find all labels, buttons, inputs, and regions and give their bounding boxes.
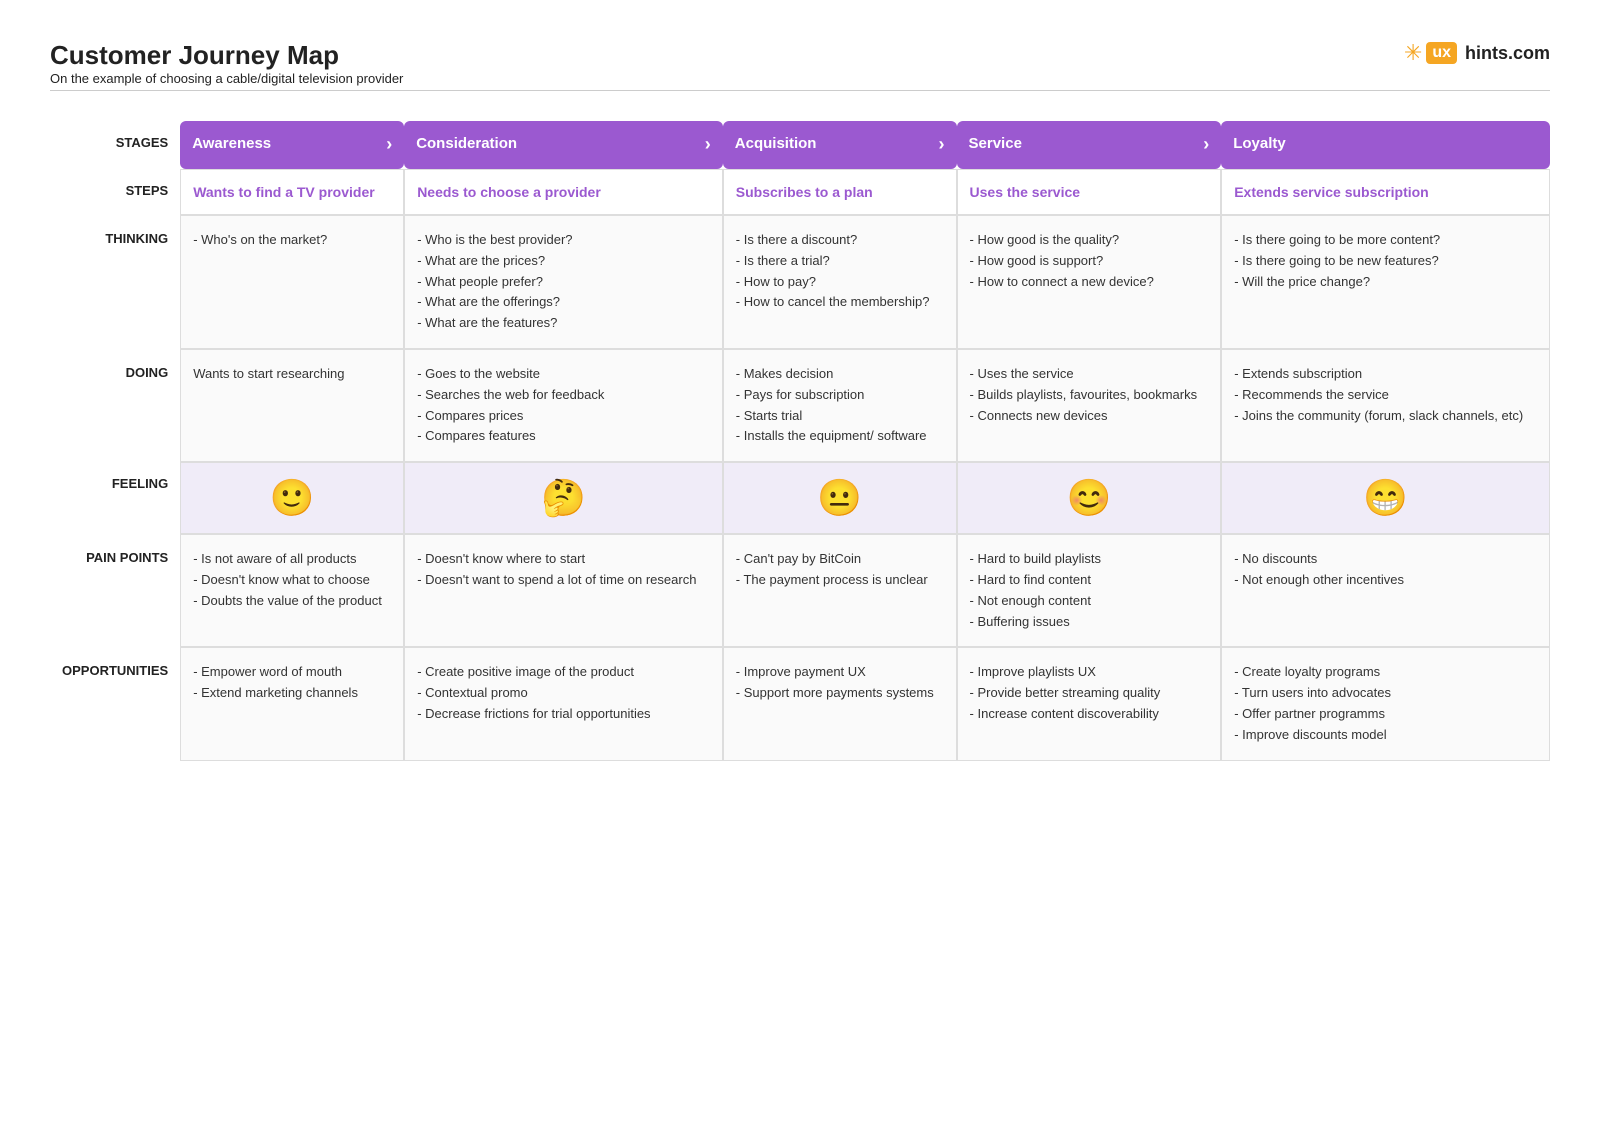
doing-2: - Makes decision - Pays for subscription… (723, 349, 957, 462)
pain-4: - No discounts - Not enough other incent… (1221, 534, 1550, 647)
doing-3: - Uses the service - Builds playlists, f… (957, 349, 1222, 462)
chevron-icon: › (386, 134, 392, 155)
pain-3: - Hard to build playlists - Hard to find… (957, 534, 1222, 647)
feeling-2: 😐 (723, 462, 957, 534)
opp-0: - Empower word of mouth - Extend marketi… (180, 647, 404, 760)
doing-0: Wants to start researching (180, 349, 404, 462)
journey-map-table: STAGES Awareness › Consideration › Acqui… (50, 121, 1550, 761)
logo: ✳ ux hints.com (1404, 40, 1550, 66)
opp-1: - Create positive image of the product -… (404, 647, 723, 760)
stage-acquisition: Acquisition › (723, 121, 957, 169)
pain-0: - Is not aware of all products - Doesn't… (180, 534, 404, 647)
step-1: Needs to choose a provider (404, 169, 723, 215)
thinking-3: - How good is the quality? - How good is… (957, 215, 1222, 349)
doing-1: - Goes to the website - Searches the web… (404, 349, 723, 462)
chevron-icon: › (939, 134, 945, 155)
step-0: Wants to find a TV provider (180, 169, 404, 215)
stages-label: STAGES (50, 121, 180, 169)
feeling-3: 😊 (957, 462, 1222, 534)
pain-points-row: PAIN POINTS - Is not aware of all produc… (50, 534, 1550, 647)
stage-loyalty: Loyalty (1221, 121, 1550, 169)
thinking-0: - Who's on the market? (180, 215, 404, 349)
opp-3: - Improve playlists UX - Provide better … (957, 647, 1222, 760)
feeling-0: 🙂 (180, 462, 404, 534)
thinking-4: - Is there going to be more content? - I… (1221, 215, 1550, 349)
thinking-label: THINKING (50, 215, 180, 349)
step-4: Extends service subscription (1221, 169, 1550, 215)
doing-4: - Extends subscription - Recommends the … (1221, 349, 1550, 462)
stage-awareness: Awareness › (180, 121, 404, 169)
stage-consideration: Consideration › (404, 121, 723, 169)
pain-points-label: PAIN POINTS (50, 534, 180, 647)
doing-row: DOING Wants to start researching - Goes … (50, 349, 1550, 462)
opp-2: - Improve payment UX - Support more paym… (723, 647, 957, 760)
step-3: Uses the service (957, 169, 1222, 215)
step-2: Subscribes to a plan (723, 169, 957, 215)
opp-4: - Create loyalty programs - Turn users i… (1221, 647, 1550, 760)
logo-spark-icon: ✳ (1404, 40, 1422, 66)
steps-row: STEPS Wants to find a TV provider Needs … (50, 169, 1550, 215)
pain-1: - Doesn't know where to start - Doesn't … (404, 534, 723, 647)
opportunities-row: OPPORTUNITIES - Empower word of mouth - … (50, 647, 1550, 760)
feeling-row: FEELING 🙂 🤔 😐 😊 😁 (50, 462, 1550, 534)
stages-row: STAGES Awareness › Consideration › Acqui… (50, 121, 1550, 169)
thinking-1: - Who is the best provider? - What are t… (404, 215, 723, 349)
feeling-label: FEELING (50, 462, 180, 534)
doing-label: DOING (50, 349, 180, 462)
feeling-4: 😁 (1221, 462, 1550, 534)
page-title: Customer Journey Map (50, 40, 403, 71)
thinking-2: - Is there a discount? - Is there a tria… (723, 215, 957, 349)
chevron-icon: › (705, 134, 711, 155)
thinking-row: THINKING - Who's on the market? - Who is… (50, 215, 1550, 349)
logo-ux-text: ux (1426, 42, 1457, 64)
feeling-1: 🤔 (404, 462, 723, 534)
stage-service: Service › (957, 121, 1222, 169)
pain-2: - Can't pay by BitCoin - The payment pro… (723, 534, 957, 647)
page-subtitle: On the example of choosing a cable/digit… (50, 71, 403, 86)
logo-domain-text: hints.com (1465, 43, 1550, 64)
chevron-icon: › (1203, 134, 1209, 155)
opportunities-label: OPPORTUNITIES (50, 647, 180, 760)
steps-label: STEPS (50, 169, 180, 215)
